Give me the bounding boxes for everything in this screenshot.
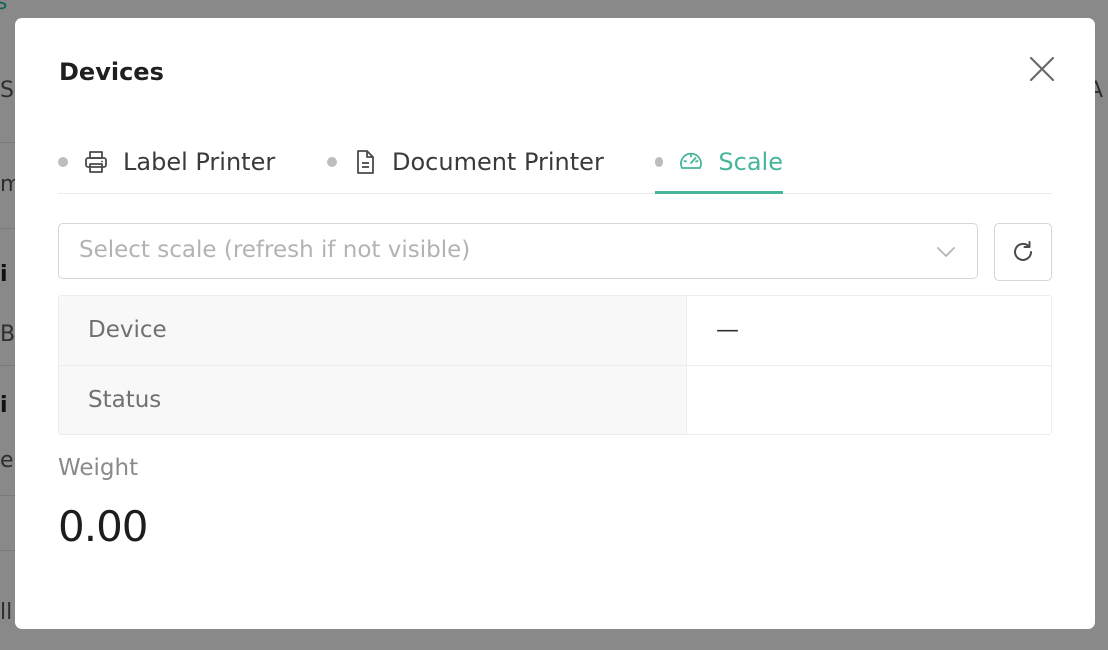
tab-label: Document Printer <box>392 147 604 176</box>
modal-title: Devices <box>59 58 164 86</box>
scale-select[interactable]: Select scale (refresh if not visible) <box>58 223 978 279</box>
table-row: Device — <box>59 296 1051 366</box>
row-value: — <box>716 317 739 343</box>
refresh-button[interactable] <box>994 223 1052 281</box>
row-label: Device <box>59 296 687 365</box>
close-button[interactable] <box>1027 54 1057 84</box>
device-info-table: Device — Status <box>58 295 1052 435</box>
document-icon <box>352 149 378 175</box>
weight-label: Weight <box>58 455 139 481</box>
tab-dot <box>327 156 337 167</box>
close-icon <box>1029 56 1055 82</box>
tab-label: Label Printer <box>123 147 276 176</box>
tab-scale[interactable]: Scale <box>655 130 783 194</box>
tab-dot <box>655 156 664 167</box>
active-tab-indicator <box>655 191 783 194</box>
scale-select-placeholder: Select scale (refresh if not visible) <box>79 237 471 263</box>
printer-icon <box>83 149 109 175</box>
chevron-down-icon <box>937 247 955 257</box>
tab-dot <box>58 156 68 167</box>
row-value <box>688 366 1051 434</box>
tab-label: Scale <box>718 147 783 176</box>
devices-modal: Devices Label Printer Document Printer S… <box>15 18 1095 629</box>
tab-document-printer[interactable]: Document Printer <box>327 130 604 193</box>
table-row: Status <box>59 366 1051 434</box>
device-tabs: Label Printer Document Printer Scale <box>58 130 1052 194</box>
gauge-icon <box>678 149 704 175</box>
refresh-icon <box>1014 241 1032 261</box>
tab-label-printer[interactable]: Label Printer <box>58 130 275 193</box>
row-label: Status <box>59 366 687 434</box>
weight-value: 0.00 <box>58 502 149 551</box>
